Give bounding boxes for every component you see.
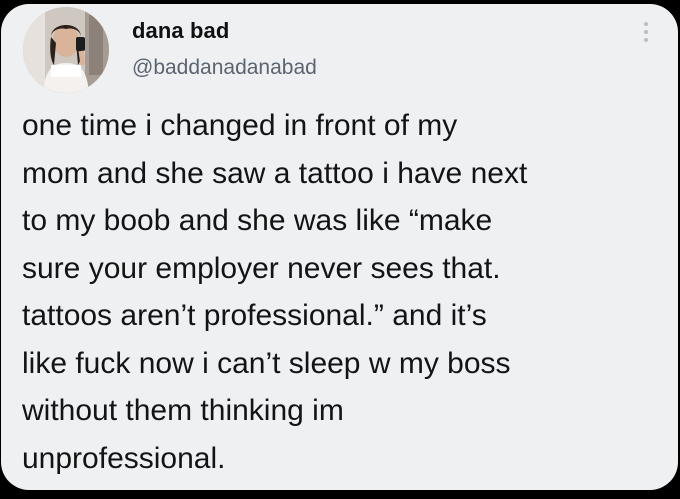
- tweet-text-line: tattoos aren’t professional.” and it’s: [22, 299, 487, 332]
- dot-icon: [644, 30, 648, 34]
- profile-photo-icon: [23, 7, 109, 93]
- dot-icon: [644, 38, 648, 42]
- author-handle[interactable]: @baddanadanabad: [132, 56, 317, 80]
- avatar[interactable]: [23, 7, 109, 93]
- tweet-card: dana bad @baddanadanabad one time i chan…: [1, 4, 678, 490]
- tweet-text-line: like fuck now i can’t sleep w my boss: [22, 346, 511, 380]
- more-options-icon[interactable]: [642, 22, 650, 50]
- tweet-text-line: one time i changed in front of my: [22, 109, 458, 142]
- tweet-text-line: without them thinking im: [22, 394, 344, 427]
- tweet-text-line: to my boob and she was like “make: [22, 204, 493, 237]
- tweet-text-line: sure your employer never sees that.: [22, 251, 501, 285]
- tweet-text: one time i changed in front of my mom an…: [22, 102, 667, 482]
- tweet-text-line: mom and she saw a tattoo i have next: [22, 156, 528, 190]
- dot-icon: [644, 22, 648, 26]
- author-display-name[interactable]: dana bad: [132, 18, 229, 44]
- tweet-text-line: unprofessional.: [22, 441, 226, 475]
